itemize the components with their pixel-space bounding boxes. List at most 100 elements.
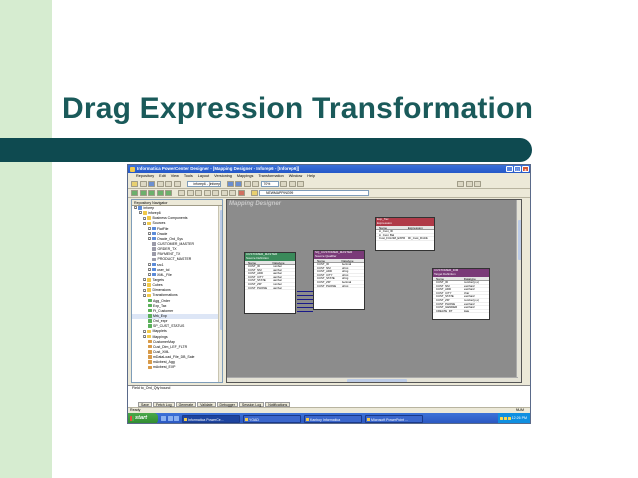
- expand-toggle-icon[interactable]: −: [143, 334, 146, 338]
- database-icon: [151, 226, 156, 231]
- close-button[interactable]: x: [522, 166, 529, 172]
- window-cascade-icon[interactable]: [457, 181, 464, 187]
- source-qualifier-box[interactable]: SQ_CUSTOMER_MASTER Source Qualifier Name Da…: [313, 250, 365, 310]
- arrange-icon[interactable]: [297, 181, 304, 187]
- expand-toggle-icon[interactable]: −: [143, 293, 146, 297]
- menu-layout[interactable]: Layout: [198, 173, 209, 180]
- expand-toggle-icon[interactable]: −: [147, 267, 151, 271]
- expand-toggle-icon[interactable]: −: [143, 283, 146, 287]
- aggregator-icon[interactable]: [203, 190, 211, 196]
- zoom-out-icon[interactable]: [280, 181, 287, 187]
- window-title: Informatica PowerCenter Designer - [Mapp…: [137, 166, 300, 171]
- menu-window[interactable]: Window: [289, 173, 303, 180]
- navigator-toggle-icon[interactable]: [226, 181, 234, 187]
- source-analyzer-icon[interactable]: [131, 190, 138, 196]
- help-icon[interactable]: [474, 181, 481, 187]
- menu-help[interactable]: Help: [307, 173, 315, 180]
- joiner-icon[interactable]: [220, 190, 228, 196]
- source-definition-box[interactable]: CUSTOMER_MASTER Source Definition Name Data…: [244, 252, 296, 314]
- mapplet-designer-icon[interactable]: [156, 190, 164, 196]
- tray-icon[interactable]: [507, 416, 511, 420]
- navigator-item-label: src1: [157, 262, 164, 267]
- transformation-header[interactable]: Exp_Tax Expression: [376, 218, 434, 226]
- task-yoad[interactable]: YOAD: [243, 414, 301, 423]
- expand-toggle-icon[interactable]: −: [143, 288, 146, 292]
- source-qualifier-icon[interactable]: [178, 190, 185, 196]
- target-definition-box[interactable]: CUSTOMER_DIM Target Definition Name Datatyp…: [432, 268, 490, 320]
- navigator-item[interactable]: mAvbest_EXP: [132, 365, 222, 370]
- expand-toggle-icon[interactable]: −: [143, 329, 146, 333]
- minimize-button[interactable]: _: [506, 166, 513, 172]
- media-icon[interactable]: [174, 416, 179, 421]
- task-powerpoint[interactable]: Microsoft PowerPoint ...: [365, 414, 423, 423]
- expand-toggle-icon[interactable]: −: [143, 278, 146, 282]
- cut-icon[interactable]: [156, 181, 164, 187]
- browser-icon[interactable]: [161, 416, 166, 421]
- zoom-combo[interactable]: 70%: [260, 181, 279, 187]
- expand-toggle-icon[interactable]: −: [147, 262, 151, 266]
- transformation-header[interactable]: SQ_CUSTOMER_MASTER Source Qualifier: [314, 251, 364, 259]
- tray-icon[interactable]: [499, 416, 503, 420]
- port-row[interactable]: Cust_FULNM_EXPR IIF_Cust_RmNk: [376, 237, 434, 241]
- port-datatype: decimal: [341, 280, 352, 284]
- zoom-in-icon[interactable]: [252, 181, 259, 187]
- menu-view[interactable]: View: [171, 173, 179, 180]
- menu-versioning[interactable]: Versioning: [214, 173, 232, 180]
- mapping-designer-icon[interactable]: [165, 190, 172, 196]
- expand-toggle-icon[interactable]: −: [147, 232, 151, 236]
- paste-icon[interactable]: [173, 181, 181, 187]
- port-row[interactable]: CREATE_DT date: [433, 310, 489, 314]
- mapping-workspace[interactable]: Mapping Designer CUSTOMER_MASTER Source D…: [226, 199, 522, 383]
- transformation-header[interactable]: CUSTOMER_DIM Target Definition: [433, 269, 489, 277]
- mapping-combo[interactable]: NEWMAPPING99: [259, 190, 369, 196]
- menu-repository[interactable]: Repository: [136, 173, 154, 180]
- workspace-vertical-scrollbar[interactable]: [516, 200, 521, 382]
- save-icon[interactable]: [148, 181, 155, 187]
- port-row[interactable]: CUST_PHONE string: [314, 285, 364, 289]
- expand-toggle-icon[interactable]: −: [134, 206, 137, 210]
- database-icon: [151, 273, 156, 277]
- new-icon[interactable]: [131, 181, 138, 187]
- fit-icon[interactable]: [288, 181, 296, 187]
- window-tile-icon[interactable]: [465, 181, 473, 187]
- repository-combo[interactable]: inforep6 - [inforep6]: [186, 181, 221, 187]
- status-bar: Ready NUM: [128, 407, 530, 412]
- expand-toggle-icon[interactable]: −: [147, 226, 151, 230]
- output-toggle-icon[interactable]: [235, 181, 242, 187]
- expression-icon[interactable]: [186, 190, 194, 196]
- menu-mappings[interactable]: Mappings: [237, 173, 253, 180]
- task-informatica[interactable]: Informatica PowerCe...: [182, 414, 240, 423]
- validate-icon[interactable]: [237, 190, 245, 196]
- open-icon[interactable]: [139, 181, 147, 187]
- copy-icon[interactable]: [165, 181, 172, 187]
- port-datatype: varchar2: [463, 295, 475, 298]
- target-designer-icon[interactable]: [139, 190, 147, 196]
- tray-icon[interactable]: [503, 416, 507, 420]
- desktop-icon[interactable]: [167, 416, 173, 421]
- expand-toggle-icon[interactable]: −: [143, 216, 146, 220]
- start-button[interactable]: start: [128, 413, 158, 423]
- router-icon[interactable]: [229, 190, 236, 196]
- menu-tools[interactable]: Tools: [184, 173, 193, 180]
- menu-transformation[interactable]: Transformation: [258, 173, 283, 180]
- filter-icon[interactable]: [195, 190, 202, 196]
- port-name: CUST_PHONE: [317, 284, 337, 288]
- navigator-item-label: Ord_expr: [153, 319, 168, 324]
- transformation-developer-icon[interactable]: [148, 190, 155, 196]
- expand-toggle-icon[interactable]: −: [143, 221, 146, 225]
- navigator-scrollbar[interactable]: [218, 206, 222, 382]
- expand-toggle-icon[interactable]: −: [138, 211, 142, 215]
- maximize-button[interactable]: □: [514, 166, 521, 172]
- expression-transformation-box[interactable]: Exp_Tax Expression Name Expression in_Cust_I…: [375, 217, 435, 251]
- workspace-horizontal-scrollbar[interactable]: [227, 377, 518, 382]
- task-kanboy[interactable]: Kanboy Informatica: [304, 414, 362, 423]
- expand-toggle-icon[interactable]: −: [147, 237, 151, 241]
- port-row[interactable]: CUST_PHONE varchar: [245, 287, 295, 291]
- table-icon: [152, 247, 156, 251]
- lookup-icon[interactable]: [212, 190, 219, 196]
- menu-edit[interactable]: Edit: [159, 173, 166, 180]
- expand-toggle-icon[interactable]: −: [147, 273, 151, 277]
- overview-icon[interactable]: [243, 181, 251, 187]
- transformation-header[interactable]: CUSTOMER_MASTER Source Definition: [245, 253, 295, 261]
- table-icon: [152, 252, 156, 256]
